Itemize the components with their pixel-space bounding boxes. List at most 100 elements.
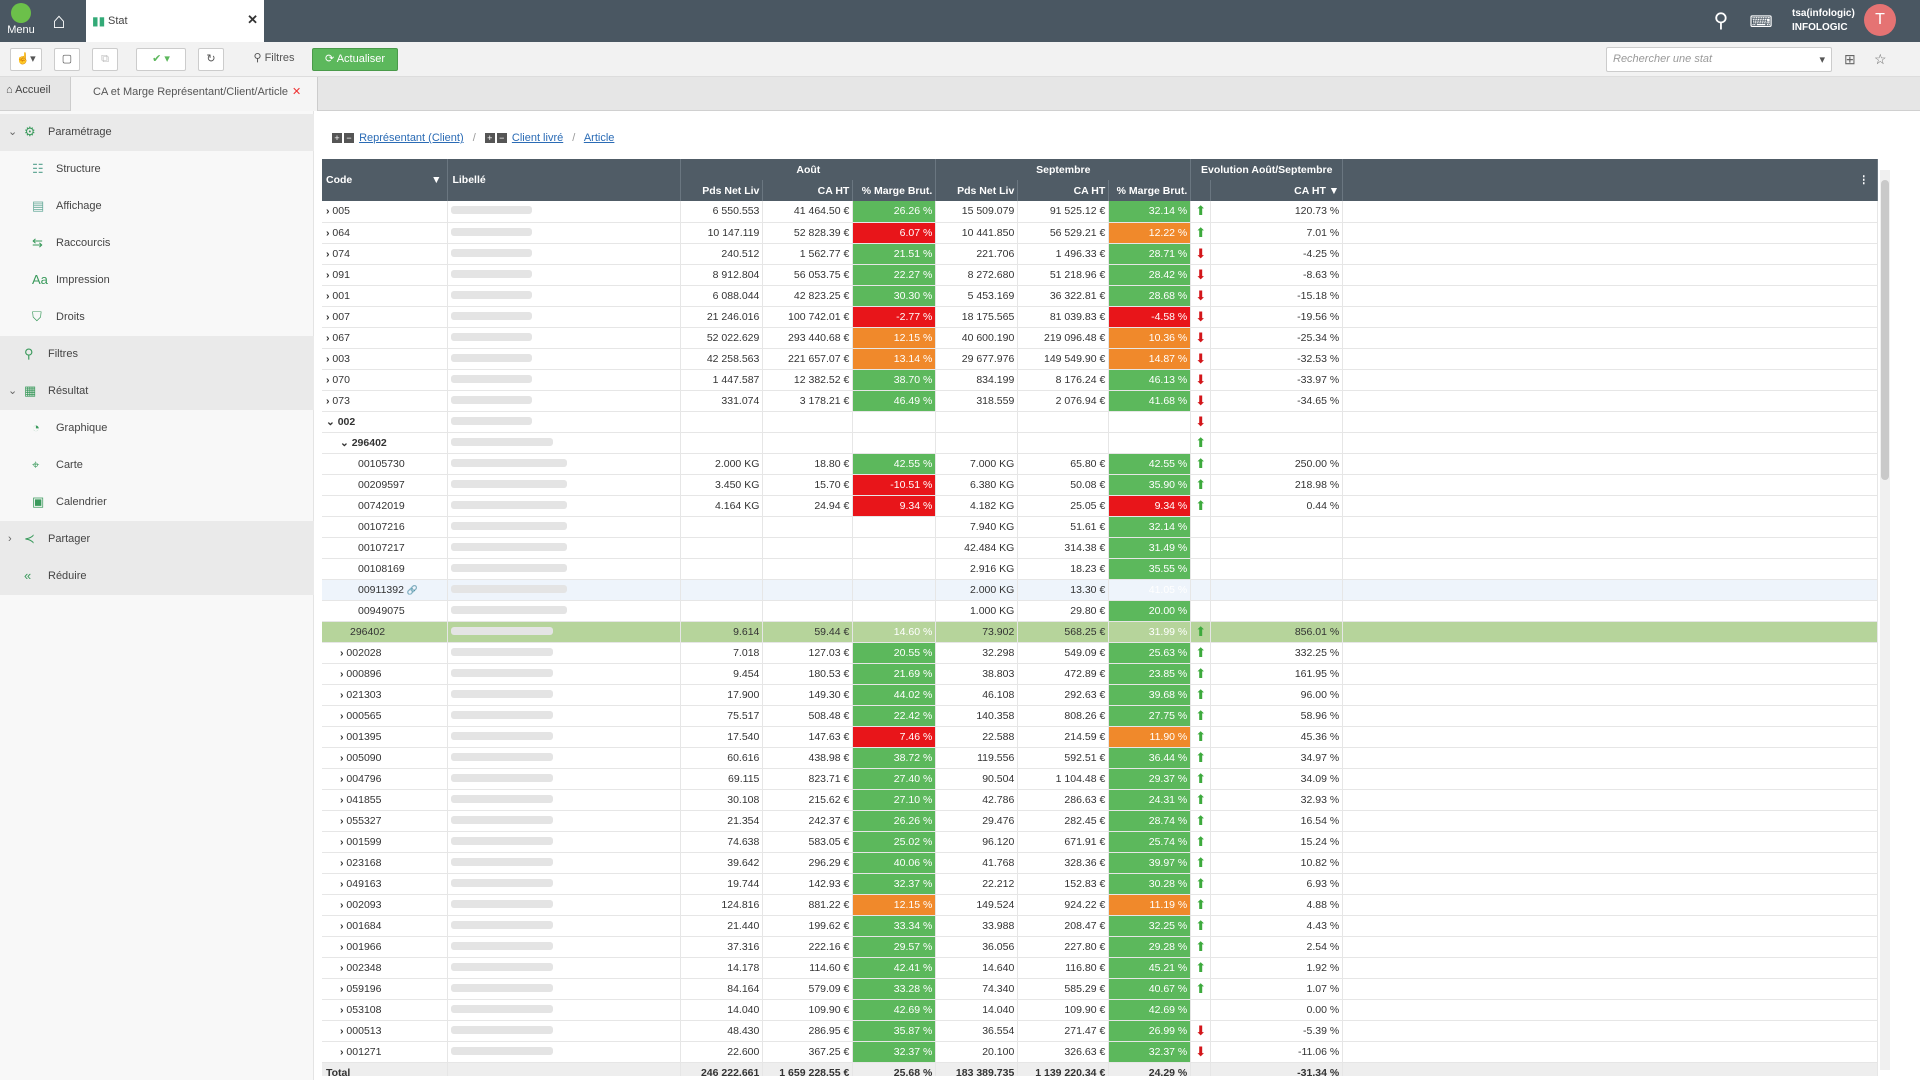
table-row[interactable]: 00742019 4.164 KG 24.94 €9.34 % 4.182 KG 25.… [322, 495, 1878, 517]
cell-code[interactable]: › 000565 [322, 705, 449, 727]
table-row[interactable]: › 067 52 022.629 293 440.68 €12.15 % 40 600… [322, 327, 1878, 349]
cell-code[interactable]: › 091 [322, 264, 449, 286]
sidebar-item-impression[interactable]: Aa Impression [0, 262, 314, 299]
table-row[interactable]: › 074 240.512 1 562.77 €21.51 % 221.706 1 49… [322, 243, 1878, 265]
table-row[interactable]: › 003 42 258.563 221 657.07 €13.14 % 29 677… [322, 348, 1878, 370]
cell-code[interactable]: ⌄ 296402 [322, 432, 449, 454]
cell-code[interactable]: › 003 [322, 348, 449, 370]
table-row[interactable]: 00209597 3.450 KG 15.70 € -10.51 % 6.380 KG 5… [322, 474, 1878, 496]
menu-button[interactable]: Menu [0, 0, 42, 42]
table-row[interactable]: › 023168 39.642 296.29 €40.06 % 41.768 328.3… [322, 852, 1878, 874]
table-row[interactable]: › 005 6 550.553 41 464.50 €26.26 % 15 509.0… [322, 201, 1878, 223]
table-row[interactable]: › 041855 30.108 215.62 €27.10 % 42.786 286.6… [322, 789, 1878, 811]
cell-code[interactable]: › 064 [322, 222, 449, 244]
cell-code[interactable]: › 021303 [322, 684, 449, 706]
chevron-down-icon[interactable]: ⌄ [8, 373, 17, 410]
sitemap-icon[interactable]: ⊞ [1844, 51, 1856, 68]
header-aout-pds[interactable]: Pds Net Liv [680, 180, 764, 201]
header-aout-marge[interactable]: % Marge Brut. [852, 180, 937, 201]
chevron-down-icon[interactable]: ⌄ [8, 114, 17, 151]
collapse-all-icon[interactable]: − [496, 133, 507, 143]
table-row[interactable]: › 004796 69.115 823.71 €27.40 % 90.504 1 104… [322, 768, 1878, 790]
table-row[interactable]: › 001966 37.316 222.16 €29.57 % 36.056 227.8… [322, 936, 1878, 958]
cell-code[interactable]: › 001271 [322, 1041, 449, 1063]
expand-all-icon[interactable]: + [332, 133, 342, 143]
table-row[interactable]: › 000513 48.430 286.95 €35.87 % 36.554 271.4… [322, 1020, 1878, 1042]
table-row[interactable]: › 021303 17.900 149.30 €44.02 % 46.108 292.6… [322, 684, 1878, 706]
scrollbar[interactable] [1880, 170, 1890, 1070]
home-icon[interactable]: ⌂ [46, 8, 72, 34]
cell-code[interactable]: › 070 [322, 369, 449, 391]
table-row[interactable]: › 053108 14.040 109.90 €42.69 % 14.040 109.9… [322, 999, 1878, 1021]
cell-code[interactable]: › 053108 [322, 999, 449, 1021]
table-row[interactable]: › 049163 19.744 142.93 €32.37 % 22.212 152.8… [322, 873, 1878, 895]
table-row[interactable]: › 073 331.074 3 178.21 €46.49 % 318.559 2 07… [322, 390, 1878, 412]
sidebar-item-affichage[interactable]: ▤ Affichage [0, 188, 314, 225]
breadcrumb-representant[interactable]: Représentant (Client) [359, 132, 464, 144]
cell-code[interactable]: › 023168 [322, 852, 449, 874]
header-sept-ca[interactable]: CA HT [1017, 180, 1110, 201]
cell-code[interactable]: › 073 [322, 390, 449, 412]
table-row[interactable]: › 007 21 246.016 100 742.01 € -2.77 % 18 175… [322, 306, 1878, 328]
expand-all-icon[interactable]: + [484, 133, 495, 143]
cell-code[interactable]: 296402 [322, 621, 449, 643]
collapse-all-icon[interactable]: − [344, 133, 354, 143]
chevron-down-icon[interactable]: ▾ [1819, 53, 1825, 66]
header-libelle[interactable]: Libellé [447, 159, 682, 201]
cell-code[interactable]: › 001 [322, 285, 449, 307]
cell-code[interactable]: › 049163 [322, 873, 449, 895]
table-row[interactable]: 00107216 7.940 KG 51.61 €32.14 % [322, 516, 1878, 538]
table-row[interactable]: › 000896 9.454 180.53 €21.69 % 38.803 472.89… [322, 663, 1878, 685]
header-sept-pds[interactable]: Pds Net Liv [935, 180, 1019, 201]
chevron-down-icon[interactable]: ⌄ [326, 416, 338, 428]
cell-code[interactable]: › 001684 [322, 915, 449, 937]
cell-code[interactable]: › 005 [322, 201, 449, 223]
table-row[interactable]: › 055327 21.354 242.37 €26.26 % 29.476 282.4… [322, 810, 1878, 832]
tab-stat[interactable]: ▮▮ Stat ✕ [86, 0, 264, 42]
cell-code[interactable]: › 002028 [322, 642, 449, 664]
pointer-dropdown-button[interactable]: ☝▾ [10, 48, 42, 71]
sidebar-item-calendrier[interactable]: ▣ Calendrier [0, 484, 314, 521]
table-row[interactable]: › 002093 124.816 881.22 €12.15 % 149.524 924… [322, 894, 1878, 916]
filters-button[interactable]: ⚲ Filtres [244, 48, 304, 71]
sidebar-item-parametrage[interactable]: ⌄ ⚙ Paramétrage [0, 114, 314, 151]
cell-code[interactable]: › 067 [322, 327, 449, 349]
cell-code[interactable]: 00949075 [322, 600, 449, 622]
table-row[interactable]: 00949075 1.000 KG 29.80 €20.00 % [322, 600, 1878, 622]
cell-code[interactable]: › 074 [322, 243, 449, 265]
table-row[interactable]: 00911392 🔗 2.000 KG 13.30 €41.05 % [322, 579, 1878, 601]
cell-code[interactable]: › 007 [322, 306, 449, 328]
close-tab-icon[interactable]: ✕ [292, 86, 301, 98]
table-row[interactable]: › 001599 74.638 583.05 €25.02 % 96.120 671.9… [322, 831, 1878, 853]
scrollbar-thumb[interactable] [1881, 180, 1889, 480]
cell-code[interactable]: › 001395 [322, 726, 449, 748]
chevron-down-icon[interactable]: ⌄ [340, 437, 352, 449]
copy-button[interactable]: ⧉ [92, 48, 118, 71]
cell-code[interactable]: › 000896 [322, 663, 449, 685]
sidebar-item-droits[interactable]: ⛉ Droits [0, 299, 314, 336]
table-row[interactable]: › 001 6 088.044 42 823.25 €30.30 % 5 453.16… [322, 285, 1878, 307]
tab-ca-marge[interactable]: CA et Marge Représentant/Client/Article ✕ [70, 77, 318, 111]
table-row[interactable]: 00107217 42.484 KG 314.38 €31.49 % [322, 537, 1878, 559]
table-row[interactable]: 00105730 2.000 KG 18.80 €42.55 % 7.000 KG 65… [322, 453, 1878, 475]
filter-icon[interactable]: ▼ [431, 174, 441, 186]
cell-code[interactable]: › 059196 [322, 978, 449, 1000]
validate-button[interactable]: ✔ ▾ [136, 48, 186, 71]
cell-code[interactable]: › 001966 [322, 936, 449, 958]
close-tab-icon[interactable]: ✕ [247, 12, 258, 28]
search-icon[interactable]: ⚲ [1708, 8, 1734, 34]
cell-code[interactable]: › 005090 [322, 747, 449, 769]
header-code[interactable]: Code ▼ [322, 159, 449, 201]
sidebar-item-filtres[interactable]: ⚲ Filtres [0, 336, 314, 373]
table-row[interactable]: › 000565 75.517 508.48 €22.42 % 140.358 808.… [322, 705, 1878, 727]
refresh-icon[interactable]: ↻ [198, 48, 224, 71]
keyboard-icon[interactable]: ⌨ [1748, 12, 1774, 31]
cell-code[interactable]: 00209597 [322, 474, 449, 496]
sidebar-item-graphique[interactable]: ◔ Graphique [0, 410, 314, 447]
sidebar-item-partager[interactable]: › ≺ Partager [0, 521, 314, 558]
stat-search-input[interactable]: Rechercher une stat ▾ [1606, 47, 1832, 72]
table-row[interactable]: ⌄ 002 ⬇ [322, 411, 1878, 433]
table-row[interactable]: › 001684 21.440 199.62 €33.34 % 33.988 208.4… [322, 915, 1878, 937]
table-row[interactable]: › 059196 84.164 579.09 €33.28 % 74.340 585.2… [322, 978, 1878, 1000]
sidebar-item-raccourcis[interactable]: ⇆ Raccourcis [0, 225, 314, 262]
